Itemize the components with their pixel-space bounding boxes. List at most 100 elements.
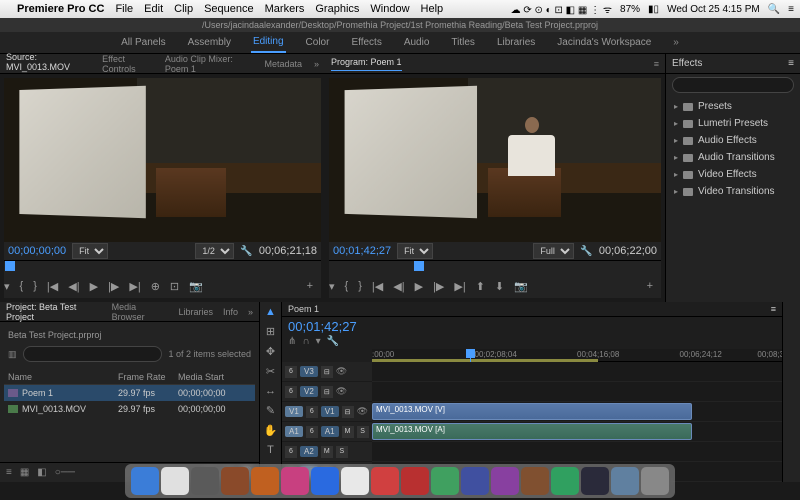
- dock-app-icon[interactable]: [551, 467, 579, 495]
- timeline-timecode[interactable]: 00;01;42;27: [288, 319, 357, 334]
- dock-app-icon[interactable]: [491, 467, 519, 495]
- step-fwd-button[interactable]: |▶: [433, 280, 444, 293]
- track-v3[interactable]: 6V3⊟👁: [282, 362, 372, 382]
- dock-app-icon[interactable]: [611, 467, 639, 495]
- step-back-button[interactable]: ◀|: [393, 280, 404, 293]
- tab-effect-controls[interactable]: Effect Controls: [102, 54, 153, 74]
- export-frame-icon[interactable]: 📷: [514, 280, 528, 293]
- track-v2[interactable]: 6V2⊟👁: [282, 382, 372, 402]
- dock-app-icon[interactable]: [401, 467, 429, 495]
- linked-sel-icon[interactable]: ∩: [302, 336, 309, 347]
- menu-graphics[interactable]: Graphics: [315, 3, 359, 15]
- marker-icon[interactable]: ▾: [329, 280, 335, 293]
- dock-app-icon[interactable]: [641, 467, 669, 495]
- track-select-tool[interactable]: ⊞: [266, 325, 275, 338]
- dock-app-icon[interactable]: [311, 467, 339, 495]
- project-row-clip[interactable]: MVI_0013.MOV 29.97 fps 00;00;00;00: [4, 401, 255, 417]
- selection-tool[interactable]: ▲: [265, 306, 276, 318]
- track-v1[interactable]: V16V1⊟👁: [282, 402, 372, 422]
- slip-tool[interactable]: ↔: [265, 385, 276, 397]
- mark-out-button[interactable]: }: [33, 280, 37, 292]
- effects-item-video-trans[interactable]: ▸Video Transitions: [668, 183, 798, 200]
- panel-menu-icon[interactable]: ≡: [788, 58, 794, 69]
- goto-in-button[interactable]: |◀: [47, 280, 58, 293]
- export-frame-icon[interactable]: 📷: [189, 280, 203, 293]
- extract-icon[interactable]: ⬇: [495, 280, 504, 293]
- ws-all[interactable]: All Panels: [119, 33, 167, 52]
- program-video[interactable]: [329, 78, 661, 242]
- tab-source[interactable]: Source: MVI_0013.MOV: [6, 52, 90, 76]
- dock-app-icon[interactable]: [161, 467, 189, 495]
- lift-icon[interactable]: ⬆: [476, 280, 485, 293]
- dock-app-icon[interactable]: [521, 467, 549, 495]
- button-editor-plus[interactable]: +: [647, 280, 661, 292]
- ws-effects[interactable]: Effects: [349, 33, 383, 52]
- hand-tool[interactable]: ✋: [264, 424, 278, 437]
- overwrite-icon[interactable]: ⊡: [170, 280, 179, 293]
- dock-app-icon[interactable]: [341, 467, 369, 495]
- marker-icon[interactable]: ▾: [4, 280, 10, 293]
- razor-tool[interactable]: ✂: [266, 365, 275, 378]
- col-framerate[interactable]: Frame Rate: [118, 372, 178, 382]
- panel-overflow-icon[interactable]: »: [314, 59, 319, 69]
- mark-in-button[interactable]: {: [345, 280, 349, 292]
- ws-audio[interactable]: Audio: [402, 33, 432, 52]
- button-editor-plus[interactable]: +: [307, 280, 321, 292]
- mark-in-button[interactable]: {: [20, 280, 24, 292]
- step-fwd-button[interactable]: |▶: [108, 280, 119, 293]
- dock-app-icon[interactable]: [251, 467, 279, 495]
- tab-project[interactable]: Project: Beta Test Project: [6, 302, 102, 322]
- project-row-seq[interactable]: Poem 1 29.97 fps 00;00;00;00: [4, 385, 255, 401]
- goto-in-button[interactable]: |◀: [372, 280, 383, 293]
- source-video[interactable]: [4, 78, 321, 242]
- goto-out-button[interactable]: ▶|: [129, 280, 140, 293]
- menu-file[interactable]: File: [115, 3, 133, 15]
- notification-icon[interactable]: ≡: [788, 4, 794, 15]
- ws-assembly[interactable]: Assembly: [186, 33, 233, 52]
- col-mediastart[interactable]: Media Start: [178, 372, 248, 382]
- dock-app-icon[interactable]: [371, 467, 399, 495]
- tab-audio-mixer[interactable]: Audio Clip Mixer: Poem 1: [165, 54, 253, 74]
- effects-item-audio-fx[interactable]: ▸Audio Effects: [668, 132, 798, 149]
- dock-app-icon[interactable]: [221, 467, 249, 495]
- dock-app-icon[interactable]: [131, 467, 159, 495]
- effects-item-presets[interactable]: ▸Presets: [668, 98, 798, 115]
- ripple-tool[interactable]: ✥: [266, 345, 275, 358]
- wrench-icon[interactable]: 🔧: [240, 246, 252, 257]
- ws-libraries[interactable]: Libraries: [495, 33, 537, 52]
- marker-add-icon[interactable]: ▾: [316, 336, 321, 347]
- program-tc-in[interactable]: 00;01;42;27: [333, 245, 391, 257]
- panel-overflow-icon[interactable]: »: [248, 307, 253, 317]
- ws-overflow-icon[interactable]: »: [671, 33, 681, 52]
- program-fit-select[interactable]: Fit: [397, 243, 433, 259]
- col-name[interactable]: Name: [8, 372, 118, 382]
- panel-menu-icon[interactable]: ≡: [771, 304, 776, 314]
- insert-icon[interactable]: ⊕: [151, 280, 160, 293]
- snap-icon[interactable]: ⋔: [288, 336, 296, 347]
- effects-item-lumetri[interactable]: ▸Lumetri Presets: [668, 115, 798, 132]
- effects-item-video-fx[interactable]: ▸Video Effects: [668, 166, 798, 183]
- type-tool[interactable]: T: [267, 444, 274, 456]
- menu-sequence[interactable]: Sequence: [204, 3, 254, 15]
- mark-out-button[interactable]: }: [358, 280, 362, 292]
- source-ruler[interactable]: [4, 260, 321, 274]
- play-button[interactable]: ▶: [90, 280, 98, 293]
- tab-program[interactable]: Program: Poem 1: [331, 57, 402, 71]
- ws-titles[interactable]: Titles: [449, 33, 477, 52]
- play-button[interactable]: ▶: [415, 280, 423, 293]
- settings-icon[interactable]: 🔧: [327, 336, 339, 347]
- ws-color[interactable]: Color: [304, 33, 332, 52]
- track-a1[interactable]: A16A1MS: [282, 422, 372, 442]
- source-tc-in[interactable]: 00;00;00;00: [8, 245, 66, 257]
- sequence-tab[interactable]: Poem 1: [288, 304, 319, 314]
- menu-help[interactable]: Help: [421, 3, 444, 15]
- menu-clip[interactable]: Clip: [174, 3, 193, 15]
- dock-app-icon[interactable]: [191, 467, 219, 495]
- step-back-button[interactable]: ◀|: [68, 280, 79, 293]
- spotlight-icon[interactable]: 🔍: [768, 4, 780, 15]
- menu-window[interactable]: Window: [370, 3, 409, 15]
- tab-libraries[interactable]: Libraries: [178, 307, 213, 317]
- menu-markers[interactable]: Markers: [265, 3, 305, 15]
- audio-clip[interactable]: MVI_0013.MOV [A]: [372, 423, 692, 440]
- effects-search-input[interactable]: [672, 77, 794, 93]
